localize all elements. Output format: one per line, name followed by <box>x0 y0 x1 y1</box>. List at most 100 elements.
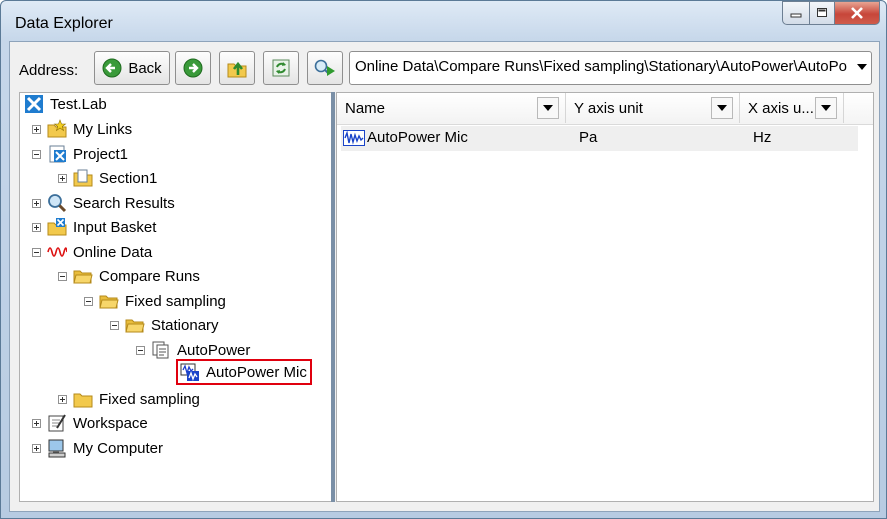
back-button[interactable]: Back <box>94 51 170 85</box>
refresh-button[interactable] <box>263 51 299 85</box>
search-icon <box>48 194 67 213</box>
cell-y-axis-unit: Pa <box>579 129 598 146</box>
close-button[interactable] <box>835 1 880 25</box>
tree-node-label: Section1 <box>99 169 158 187</box>
collapse-toggle[interactable] <box>110 320 119 330</box>
document-stack-icon <box>152 341 169 359</box>
address-path: Online Data\Compare Runs\Fixed sampling\… <box>355 58 847 75</box>
basket-folder-icon <box>47 218 67 236</box>
computer-icon <box>48 439 66 458</box>
column-header-x-axis-unit[interactable]: X axis u... <box>740 93 844 123</box>
column-header-row: Name Y axis unit X axis u... <box>337 93 873 125</box>
column-header-name[interactable]: Name <box>337 93 566 123</box>
search-go-icon <box>314 59 335 76</box>
testlab-icon <box>25 95 43 113</box>
tree-node-label: Online Data <box>73 243 153 261</box>
go-button[interactable] <box>307 51 343 85</box>
forward-button[interactable] <box>175 51 211 85</box>
refresh-icon <box>272 59 290 77</box>
tree-node-my-links[interactable]: My Links <box>32 118 132 140</box>
collapse-toggle[interactable] <box>84 296 93 306</box>
expand-toggle[interactable] <box>32 443 41 453</box>
tree-node-label: Search Results <box>73 194 175 212</box>
tree-node-search-results[interactable]: Search Results <box>32 192 175 214</box>
expand-toggle[interactable] <box>58 394 67 404</box>
project-icon <box>49 145 66 163</box>
collapse-toggle[interactable] <box>32 247 41 257</box>
address-dropdown-arrow[interactable] <box>857 64 867 70</box>
minimize-button[interactable] <box>782 1 810 25</box>
tree-node-section1[interactable]: Section1 <box>58 167 157 189</box>
column-header-label: Y axis unit <box>574 99 643 117</box>
close-icon <box>851 7 863 19</box>
tree-node-label: My Links <box>73 120 133 138</box>
list-pane[interactable]: Name Y axis unit X axis u... AutoPower M… <box>336 92 874 502</box>
tree-node-testlab[interactable]: Test.Lab <box>24 93 107 115</box>
selected-node-highlight: AutoPower Mic <box>176 359 312 385</box>
folder-open-icon <box>73 270 93 284</box>
pane-splitter[interactable] <box>331 92 335 502</box>
title-bar[interactable]: Data Explorer <box>1 1 886 41</box>
tree-node-label: AutoPower <box>177 341 251 359</box>
column-filter-dropdown[interactable] <box>537 97 559 119</box>
tree-node-input-basket[interactable]: Input Basket <box>32 216 156 238</box>
tree-node-stationary[interactable]: Stationary <box>110 314 219 336</box>
expand-toggle[interactable] <box>32 418 41 428</box>
workspace-icon <box>48 414 66 432</box>
folder-star-icon <box>47 119 67 138</box>
expand-toggle[interactable] <box>32 198 41 208</box>
collapse-toggle[interactable] <box>136 345 145 355</box>
tree-node-label: Project1 <box>73 145 129 163</box>
tree-node-compare-runs[interactable]: Compare Runs <box>58 265 200 287</box>
tree-node-label: Stationary <box>151 316 219 334</box>
maximize-icon <box>817 8 827 17</box>
expand-toggle[interactable] <box>32 124 41 134</box>
tree-node-fixed-sampling-2[interactable]: Fixed sampling <box>58 388 200 410</box>
back-button-label: Back <box>128 59 162 77</box>
back-arrow-icon <box>102 58 122 78</box>
tree-node-label: Compare Runs <box>99 267 200 285</box>
column-filter-dropdown[interactable] <box>711 97 733 119</box>
column-header-label: X axis u... <box>748 99 814 117</box>
tree-node-workspace[interactable]: Workspace <box>32 412 148 434</box>
table-row[interactable]: AutoPower Mic Pa Hz <box>341 126 858 151</box>
cell-x-axis-unit: Hz <box>753 129 772 146</box>
folder-tree: Test.Lab My Links Project1 Section1 Sear… <box>20 93 331 501</box>
folder-up-icon <box>227 61 247 78</box>
forward-arrow-icon <box>183 58 203 78</box>
client-area: Address: Back Online Data\Compare Runs\F… <box>9 41 880 512</box>
tree-node-label: Fixed sampling <box>99 390 200 408</box>
tree-node-autopower[interactable]: AutoPower <box>136 339 250 361</box>
tree-node-label: Workspace <box>73 414 148 432</box>
up-folder-button[interactable] <box>219 51 255 85</box>
cell-name: AutoPower Mic <box>367 129 468 146</box>
column-filter-dropdown[interactable] <box>815 97 837 119</box>
maximize-button[interactable] <box>810 1 835 25</box>
waveform-icon <box>47 247 67 257</box>
folder-open-icon <box>99 295 119 309</box>
expand-toggle[interactable] <box>32 222 41 232</box>
tree-node-label: Input Basket <box>73 218 157 236</box>
tree-pane[interactable]: Test.Lab My Links Project1 Section1 Sear… <box>19 92 332 502</box>
column-header-label: Name <box>345 99 386 117</box>
tree-node-online-data[interactable]: Online Data <box>32 241 152 263</box>
data-explorer-window: Data Explorer Address: Back Online Data\… <box>0 0 887 519</box>
collapse-toggle[interactable] <box>58 271 67 281</box>
signal-waveform-icon <box>343 130 365 146</box>
window-title: Data Explorer <box>15 15 113 32</box>
toolbar: Address: Back Online Data\Compare Runs\F… <box>10 42 879 90</box>
expand-toggle[interactable] <box>58 173 67 183</box>
folder-icon <box>73 393 93 408</box>
tree-node-project1[interactable]: Project1 <box>32 143 128 165</box>
tree-node-label: Test.Lab <box>50 95 107 113</box>
tree-node-autopower-mic[interactable]: AutoPower Mic <box>176 359 312 385</box>
folder-open-icon <box>125 319 145 333</box>
collapse-toggle[interactable] <box>32 149 41 159</box>
tree-node-my-computer[interactable]: My Computer <box>32 437 163 459</box>
minimize-icon <box>790 13 802 18</box>
address-bar[interactable]: Online Data\Compare Runs\Fixed sampling\… <box>349 51 872 85</box>
tree-node-fixed-sampling[interactable]: Fixed sampling <box>84 290 226 312</box>
section-folder-icon <box>73 169 93 187</box>
column-header-y-axis-unit[interactable]: Y axis unit <box>566 93 740 123</box>
tree-node-label: Fixed sampling <box>125 292 226 310</box>
